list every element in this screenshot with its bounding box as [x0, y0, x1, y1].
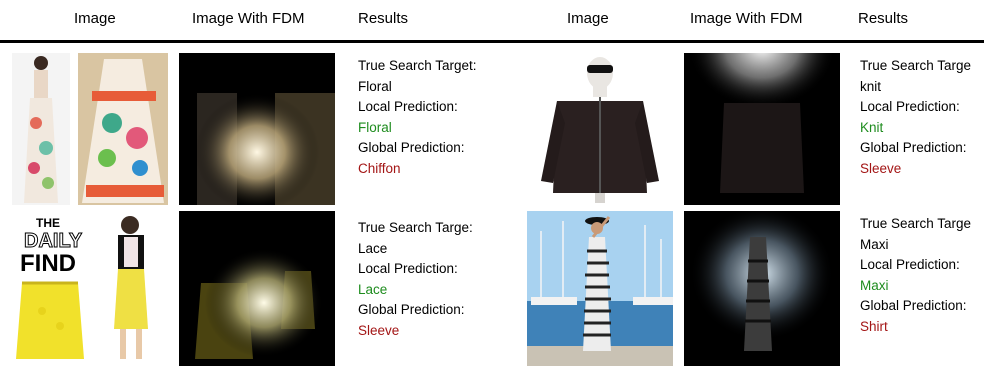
true-target-value: Floral: [358, 78, 392, 94]
true-target-label: True Search Targe: [860, 58, 972, 73]
true-target-value: knit: [860, 78, 882, 94]
global-prediction-label: Global Prediction:: [860, 298, 967, 313]
lace-fdm-image: [179, 211, 335, 366]
local-prediction-label: Local Prediction:: [860, 257, 960, 272]
global-prediction-label: Global Prediction:: [358, 140, 465, 155]
local-prediction-label: Local Prediction:: [860, 99, 960, 114]
true-target-label: True Search Targe: [860, 216, 972, 231]
local-prediction-value: Floral: [358, 119, 392, 135]
local-prediction-value: Maxi: [860, 277, 889, 293]
knit-sweater-image: [527, 53, 673, 205]
result-knit: True Search Targe knit Local Prediction:…: [860, 56, 971, 179]
result-lace: True Search Targe: Lace Local Prediction…: [358, 218, 473, 341]
local-prediction-label: Local Prediction:: [358, 99, 458, 114]
global-prediction-value: Shirt: [860, 318, 888, 334]
daily-find-logo-find: FIND: [20, 250, 76, 277]
true-target-label: True Search Targe:: [358, 220, 473, 235]
true-target-value: Lace: [358, 240, 388, 256]
maxi-fdm-image: [684, 211, 840, 366]
global-prediction-value: Chiffon: [358, 160, 401, 176]
local-prediction-value: Knit: [860, 119, 884, 135]
header-image-right: Image: [567, 10, 609, 27]
knit-fdm-image: [684, 53, 840, 205]
global-prediction-value: Sleeve: [860, 160, 902, 176]
header-results-left: Results: [358, 10, 409, 27]
header-fdm-left: Image With FDM: [192, 10, 305, 27]
global-prediction-label: Global Prediction:: [860, 140, 967, 155]
global-prediction-label: Global Prediction:: [358, 302, 465, 317]
floral-fdm-image: [179, 53, 335, 205]
global-prediction-value: Sleeve: [358, 322, 400, 338]
header-fdm-right: Image With FDM: [690, 10, 803, 27]
true-target-label: True Search Target:: [358, 58, 477, 73]
header-results-right: Results: [858, 10, 909, 27]
lace-skirt-image: THE DAILY FIND: [12, 211, 168, 366]
result-maxi: True Search Targe Maxi Local Prediction:…: [860, 214, 971, 337]
local-prediction-label: Local Prediction:: [358, 261, 458, 276]
result-floral: True Search Target: Floral Local Predict…: [358, 56, 477, 179]
local-prediction-value: Lace: [358, 281, 388, 297]
daily-find-logo-the: THE: [36, 216, 60, 230]
header-image-left: Image: [74, 10, 116, 27]
maxi-dress-image: [527, 211, 673, 366]
floral-dress-image: [12, 53, 168, 205]
daily-find-logo-daily: DAILY: [24, 230, 83, 252]
true-target-value: Maxi: [860, 236, 889, 252]
header-rule: [0, 40, 984, 43]
